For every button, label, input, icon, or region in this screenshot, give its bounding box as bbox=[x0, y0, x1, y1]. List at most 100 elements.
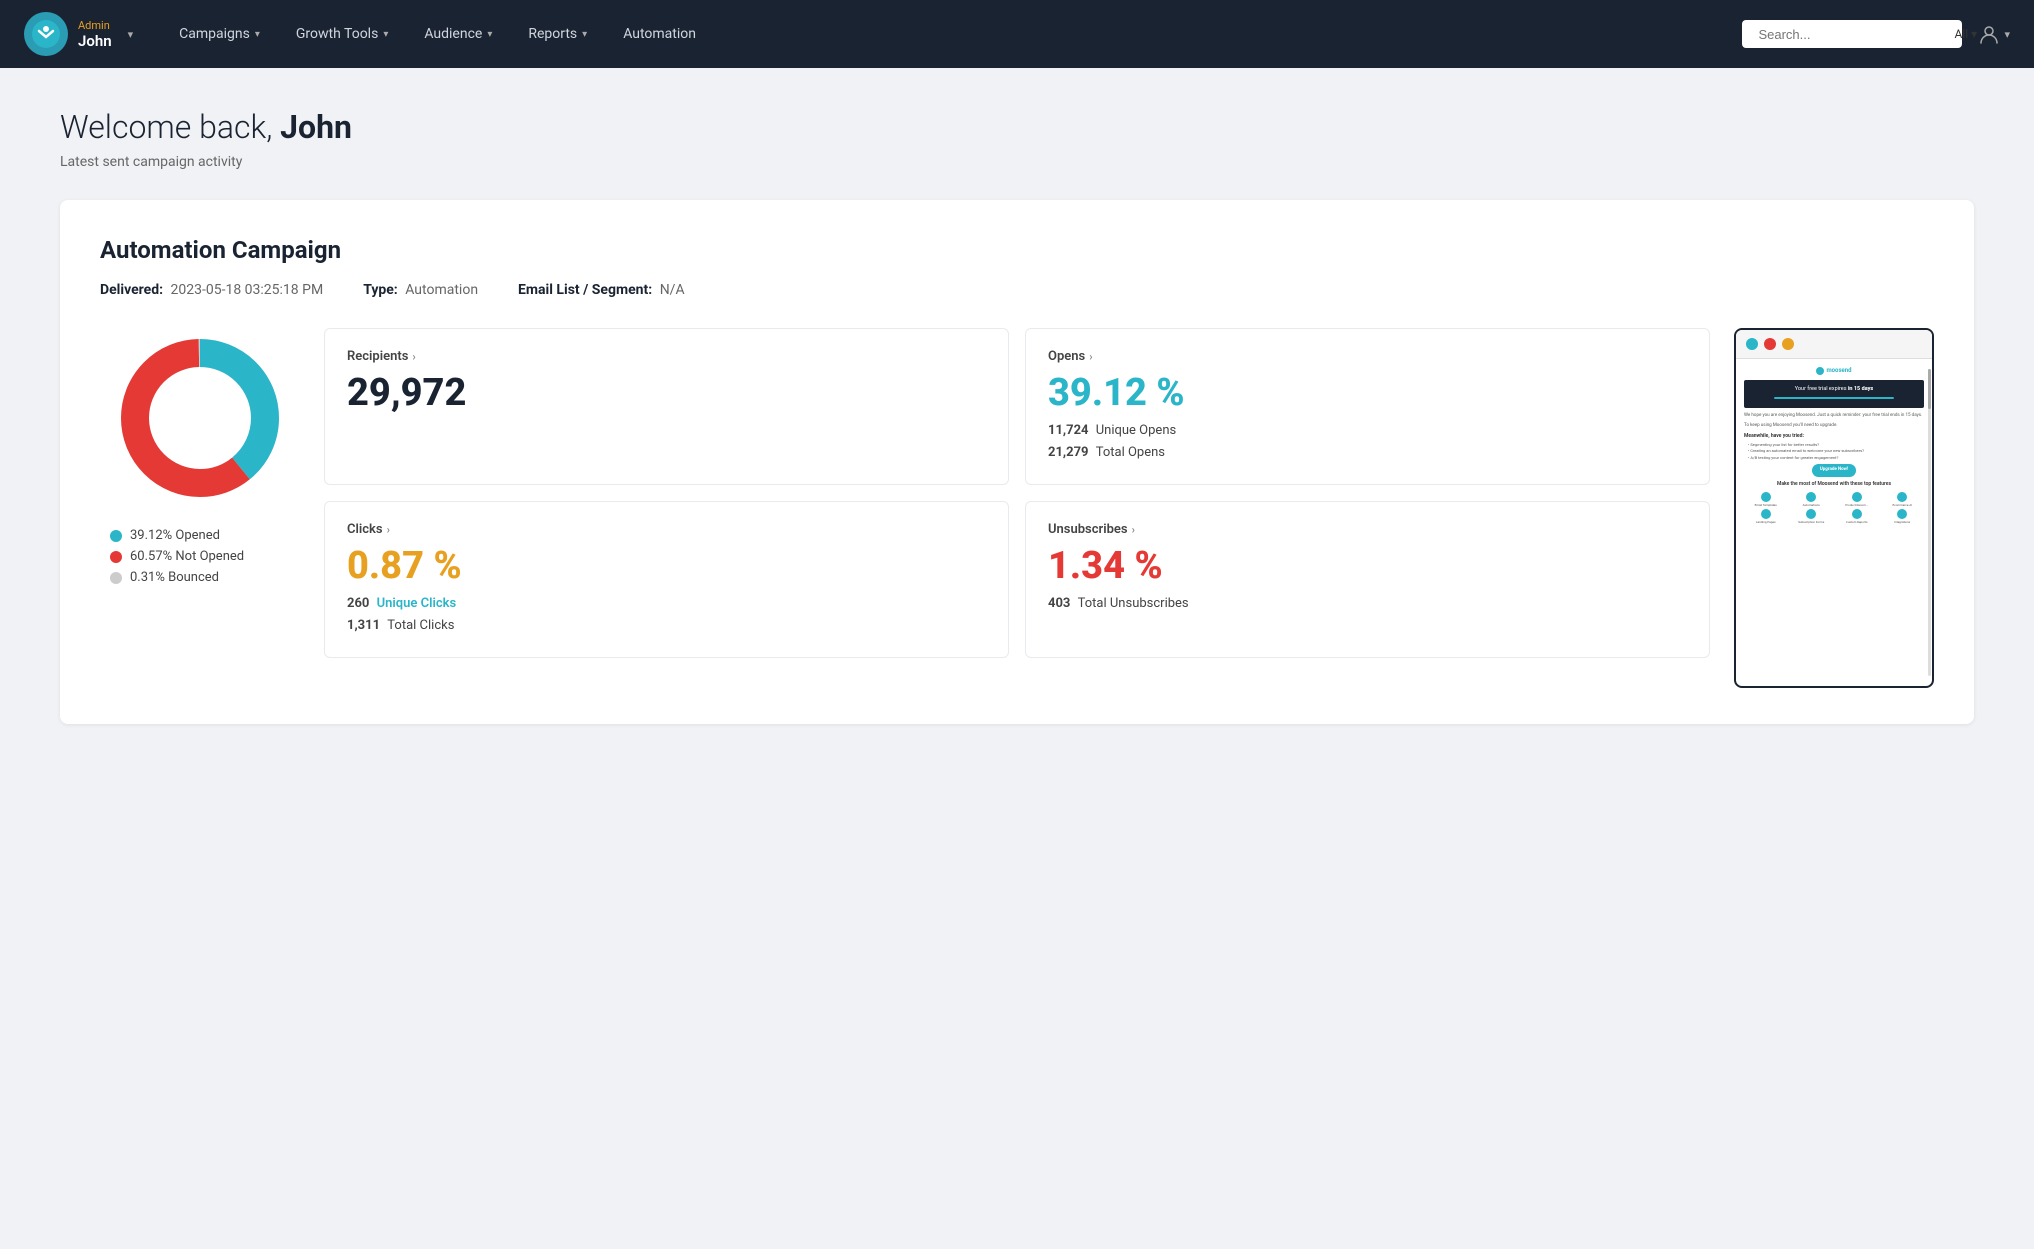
nav-automation-label: Automation bbox=[623, 26, 696, 42]
opens-percentage: 39.12 % bbox=[1048, 374, 1687, 412]
unsubscribes-chevron-icon: › bbox=[1132, 523, 1135, 536]
unsubscribes-header[interactable]: Unsubscribes › bbox=[1048, 522, 1687, 537]
stat-box-opens: Opens › 39.12 % 11,724 Unique Opens 21,2… bbox=[1025, 328, 1710, 485]
opened-label: 39.12% Opened bbox=[130, 528, 220, 543]
feature-label-6: Subscription Forms bbox=[1798, 520, 1824, 524]
search-filter-dropdown[interactable]: All ▾ bbox=[1954, 27, 1977, 41]
email-body-text-2: To keep using Moosend you'll need to upg… bbox=[1744, 423, 1924, 430]
unsubscribes-percentage: 1.34 % bbox=[1048, 547, 1687, 585]
recipients-chevron-icon: › bbox=[412, 350, 415, 363]
clicks-total-value: 1,311 bbox=[347, 618, 380, 633]
nav-logo[interactable]: Admin John ▾ bbox=[24, 12, 133, 56]
nav-growth-tools-label: Growth Tools bbox=[296, 26, 378, 42]
logo-icon bbox=[24, 12, 68, 56]
welcome-title: Welcome back, John bbox=[60, 108, 1974, 146]
feature-product-recommendations: Product Recom... bbox=[1835, 492, 1879, 507]
clicks-header[interactable]: Clicks › bbox=[347, 522, 986, 537]
navbar: Admin John ▾ Campaigns ▾ Growth Tools ▾ … bbox=[0, 0, 2034, 68]
donut-chart bbox=[110, 328, 290, 508]
nav-item-campaigns[interactable]: Campaigns ▾ bbox=[163, 18, 276, 50]
feature-icon-1 bbox=[1761, 492, 1771, 502]
window-dot-yellow bbox=[1782, 338, 1794, 350]
opens-total-value: 21,279 bbox=[1048, 445, 1089, 460]
feature-label-5: Landing Pages bbox=[1756, 520, 1776, 524]
nav-items: Campaigns ▾ Growth Tools ▾ Audience ▾ Re… bbox=[163, 18, 1742, 50]
opened-dot bbox=[110, 530, 122, 542]
donut-section: 39.12% Opened 60.57% Not Opened 0.31% Bo… bbox=[100, 328, 300, 585]
unsubscribes-details: 403 Total Unsubscribes bbox=[1048, 593, 1687, 615]
opens-header[interactable]: Opens › bbox=[1048, 349, 1687, 364]
opens-total-label: Total Opens bbox=[1096, 445, 1165, 460]
unsubscribes-total-label: Total Unsubscribes bbox=[1078, 596, 1189, 611]
bounced-label: 0.31% Bounced bbox=[130, 570, 219, 585]
feature-icon-4 bbox=[1897, 492, 1907, 502]
email-logo: moosend bbox=[1816, 367, 1851, 375]
campaign-delivered: Delivered: 2023-05-18 03:25:18 PM bbox=[100, 282, 323, 298]
recipients-value: 29,972 bbox=[347, 374, 986, 412]
email-features-grid: Email Templates Automations Product Reco… bbox=[1744, 492, 1924, 524]
opens-label: Opens bbox=[1048, 349, 1085, 364]
clicks-percentage: 0.87 % bbox=[347, 547, 986, 585]
feature-label-2: Automations bbox=[1803, 503, 1820, 507]
feature-icon-8 bbox=[1897, 509, 1907, 519]
opens-unique-value: 11,724 bbox=[1048, 423, 1089, 438]
type-label: Type: bbox=[363, 282, 398, 298]
welcome-subtitle: Latest sent campaign activity bbox=[60, 154, 1974, 170]
stat-box-unsubscribes: Unsubscribes › 1.34 % 403 Total Unsubscr… bbox=[1025, 501, 1710, 658]
feature-label-4: Ecommerce AI bbox=[1893, 503, 1912, 507]
recipients-label: Recipients bbox=[347, 349, 408, 364]
legend-not-opened: 60.57% Not Opened bbox=[110, 549, 300, 564]
stat-box-recipients: Recipients › 29,972 bbox=[324, 328, 1009, 485]
feature-custom-reports: Custom Reports bbox=[1835, 509, 1879, 524]
delivered-value: 2023-05-18 03:25:18 PM bbox=[171, 282, 324, 298]
feature-label-1: Email Templates bbox=[1755, 503, 1777, 507]
nav-item-automation[interactable]: Automation bbox=[607, 18, 712, 50]
feature-ecommerce-ai: Ecommerce AI bbox=[1881, 492, 1925, 507]
email-progress-bar bbox=[1774, 397, 1894, 399]
feature-label-7: Custom Reports bbox=[1846, 520, 1868, 524]
recipients-header[interactable]: Recipients › bbox=[347, 349, 986, 364]
email-section-title: Meanwhile, have you tried: bbox=[1744, 433, 1924, 440]
nav-item-reports[interactable]: Reports ▾ bbox=[512, 18, 603, 50]
feature-icon-2 bbox=[1806, 492, 1816, 502]
nav-item-growth-tools[interactable]: Growth Tools ▾ bbox=[280, 18, 404, 50]
email-preview-content: moosend Your free trial expires in 15 da… bbox=[1736, 359, 1932, 686]
clicks-label: Clicks bbox=[347, 522, 383, 537]
clicks-chevron-icon: › bbox=[387, 523, 390, 536]
feature-email-templates: Email Templates bbox=[1744, 492, 1788, 507]
bounced-dot bbox=[110, 572, 122, 584]
campaign-type: Type: Automation bbox=[363, 282, 478, 298]
feature-label-8: Integrations bbox=[1894, 520, 1910, 524]
main-content: Welcome back, John Latest sent campaign … bbox=[0, 68, 2034, 764]
legend-bounced: 0.31% Bounced bbox=[110, 570, 300, 585]
feature-icon-6 bbox=[1806, 509, 1816, 519]
feature-label-3: Product Recom... bbox=[1845, 503, 1868, 507]
avatar-chevron-icon: ▾ bbox=[2004, 28, 2010, 41]
feature-automations: Automations bbox=[1790, 492, 1834, 507]
email-list-value: N/A bbox=[660, 282, 685, 298]
email-body-text-1: We hope you are enjoying Moosend. Just a… bbox=[1744, 413, 1924, 420]
opens-details: 11,724 Unique Opens 21,279 Total Opens bbox=[1048, 420, 1687, 464]
clicks-details: 260 Unique Clicks 1,311 Total Clicks bbox=[347, 593, 986, 637]
email-cta-button[interactable]: Upgrade Now! bbox=[1812, 464, 1856, 476]
feature-icon-7 bbox=[1852, 509, 1862, 519]
unsubscribes-total-value: 403 bbox=[1048, 596, 1070, 611]
email-bullet-1: • Segmenting your list for better result… bbox=[1748, 442, 1924, 448]
nav-search[interactable]: All ▾ bbox=[1742, 20, 1962, 48]
feature-icon-5 bbox=[1761, 509, 1771, 519]
window-dot-red bbox=[1764, 338, 1776, 350]
opens-unique-label: Unique Opens bbox=[1096, 423, 1176, 438]
campaign-title: Automation Campaign bbox=[100, 236, 1934, 264]
welcome-username: John bbox=[280, 108, 352, 146]
growth-tools-chevron-icon: ▾ bbox=[383, 29, 388, 40]
search-filter-chevron-icon: ▾ bbox=[1971, 27, 1977, 41]
email-hero-banner: Your free trial expires in 15 days bbox=[1744, 380, 1924, 408]
email-preview-titlebar bbox=[1736, 330, 1932, 359]
nav-avatar[interactable]: ▾ bbox=[1978, 23, 2010, 45]
search-input[interactable] bbox=[1758, 27, 1934, 42]
donut-legend: 39.12% Opened 60.57% Not Opened 0.31% Bo… bbox=[100, 528, 300, 585]
reports-chevron-icon: ▾ bbox=[582, 29, 587, 40]
email-scrollbar[interactable] bbox=[1928, 369, 1931, 676]
nav-item-audience[interactable]: Audience ▾ bbox=[408, 18, 508, 50]
feature-landing-pages: Landing Pages bbox=[1744, 509, 1788, 524]
